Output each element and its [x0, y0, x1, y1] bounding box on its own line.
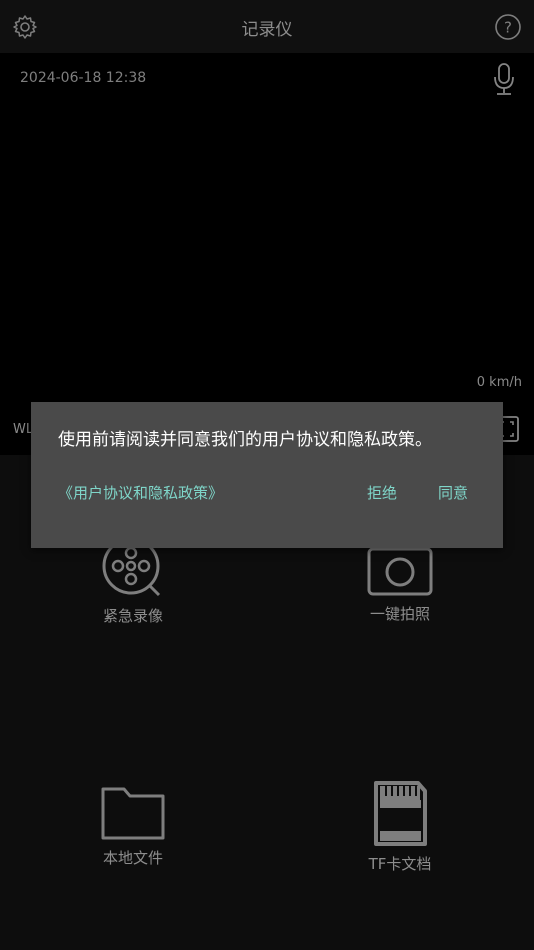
- dialog-message: 使用前请阅读并同意我们的用户协议和隐私政策。: [58, 430, 432, 450]
- privacy-consent-dialog: 使用前请阅读并同意我们的用户协议和隐私政策。 《用户协议和隐私政策》 拒绝 同意: [31, 402, 503, 548]
- agree-button[interactable]: 同意: [438, 482, 468, 503]
- reject-button[interactable]: 拒绝: [367, 482, 397, 503]
- policy-link[interactable]: 《用户协议和隐私政策》: [58, 482, 223, 503]
